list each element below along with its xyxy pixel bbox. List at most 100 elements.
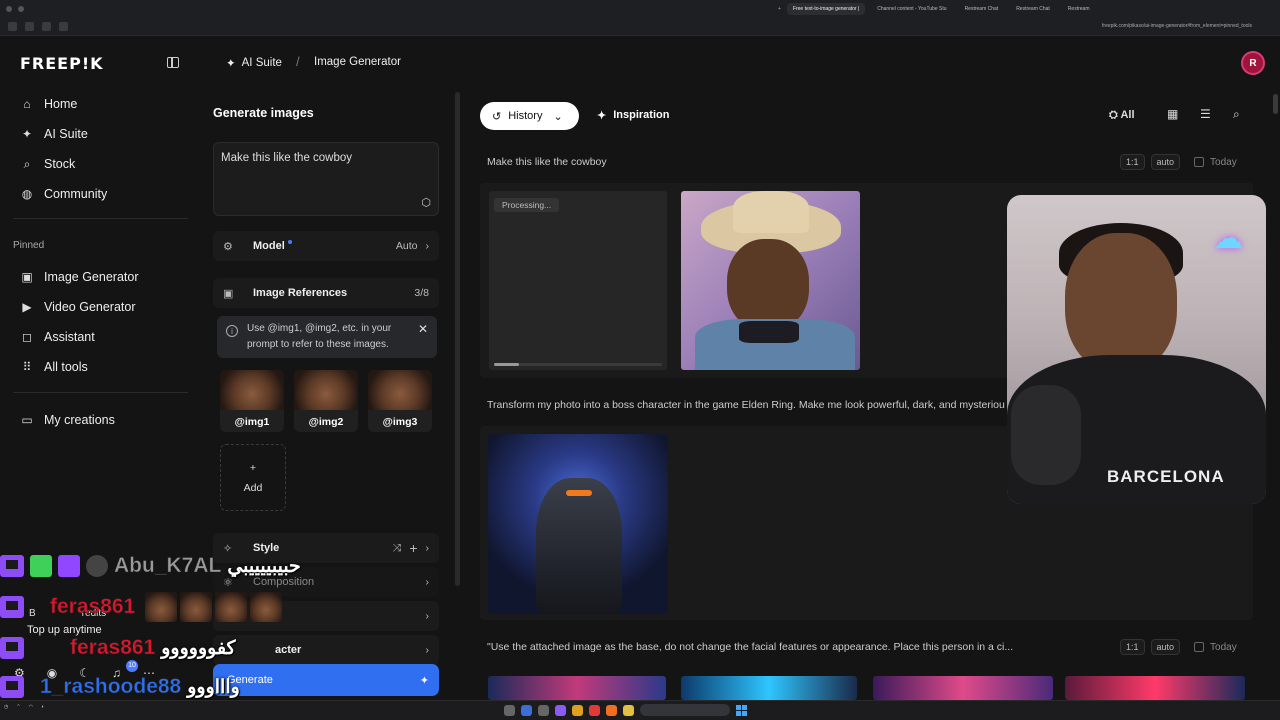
window-close-button[interactable]	[6, 6, 12, 12]
refs-count: 3/8	[414, 287, 429, 299]
video-icon: ▶	[22, 300, 32, 314]
tab-freepik[interactable]: Free text-to-image generator |	[786, 3, 866, 15]
breadcrumb-image-generator[interactable]: Image Generator	[314, 56, 401, 68]
folder-icon: ▭	[21, 413, 33, 427]
tiktok-icon[interactable]	[504, 704, 515, 716]
reference-thumb-2[interactable]: @img2	[294, 370, 358, 432]
ratio-chip: 1:1	[1120, 154, 1145, 170]
entry-date: Today	[1210, 641, 1237, 653]
sidebar-item-label: Assistant	[44, 330, 95, 344]
new-indicator	[287, 240, 292, 244]
cube-icon[interactable]: ⬡	[421, 196, 431, 209]
thumb-label: @img3	[382, 416, 418, 428]
reference-image	[220, 370, 284, 410]
plus-icon[interactable]: +	[409, 540, 417, 556]
extension-icon[interactable]	[59, 21, 68, 31]
tray-icon[interactable]: ⌃	[16, 704, 20, 710]
sidebar-item-my-creations[interactable]: ▭ My creations	[13, 407, 188, 433]
collapse-sidebar-icon[interactable]	[167, 57, 179, 68]
hoodie-print: BARCELONA	[1107, 467, 1225, 486]
firefox-icon[interactable]	[606, 704, 617, 716]
references-info-banner: i Use @img1, @img2, etc. in your prompt …	[217, 316, 437, 358]
tab-restream[interactable]: Restream	[1062, 3, 1096, 15]
thumb-label: @img2	[308, 416, 344, 428]
reload-icon[interactable]	[42, 21, 51, 31]
sidebar-item-all-tools[interactable]: ⠿ All tools	[13, 354, 188, 380]
add-label: Add	[243, 482, 263, 494]
image-references-section[interactable]: ▣ Image References 3/8	[213, 278, 439, 308]
generated-image-city-2[interactable]	[681, 676, 857, 700]
app-icon[interactable]	[521, 704, 532, 716]
breadcrumb-ai-suite[interactable]: ✦ AI Suite	[226, 56, 282, 70]
sidebar-item-home[interactable]: ⌂ Home	[13, 91, 188, 117]
volume-icon[interactable]: ◖	[41, 704, 44, 710]
url-field[interactable]: freepik.com/pikaso/ai-image-generator#fr…	[1102, 23, 1252, 29]
tab-restream-chat-2[interactable]: Restream Chat	[1010, 3, 1056, 15]
tab-restream-chat[interactable]: Restream Chat	[959, 3, 1005, 15]
panel-scrollbar[interactable]	[455, 92, 460, 586]
explorer-icon[interactable]	[623, 704, 634, 716]
back-icon[interactable]	[8, 21, 17, 31]
pinned-heading: Pinned	[13, 240, 45, 251]
select-checkbox[interactable]	[1194, 157, 1205, 167]
sidebar-item-label: Stock	[44, 157, 76, 171]
freepik-logo[interactable]: FREEP!K	[20, 54, 104, 73]
reference-thumb-3[interactable]: @img3	[368, 370, 432, 432]
knight-eyes	[566, 490, 592, 496]
sidebar-item-video-generator[interactable]: ▶ Video Generator	[13, 294, 188, 320]
chrome-icon[interactable]	[572, 704, 583, 716]
sidebar-item-assistant[interactable]: ◻ Assistant	[13, 324, 188, 350]
chat-message: feras861	[0, 592, 380, 622]
sidebar-item-ai-suite[interactable]: ✦ AI Suite	[13, 121, 188, 147]
entry-date: Today	[1210, 156, 1237, 168]
generated-image-city-3[interactable]	[873, 676, 1053, 700]
badge-icon	[30, 555, 52, 577]
globe-icon: ◍	[21, 187, 33, 201]
close-icon[interactable]: ✕	[418, 321, 428, 337]
search-icon[interactable]: ⌕	[1233, 107, 1240, 122]
system-tray: ◷ ⌃ ◠ ◖	[4, 704, 44, 710]
discord-icon[interactable]	[555, 704, 566, 716]
reference-thumb-1[interactable]: @img1	[220, 370, 284, 432]
windows-start-icon[interactable]	[736, 704, 747, 716]
inspiration-tab[interactable]: ✦ Inspiration	[597, 109, 669, 122]
history-dropdown[interactable]: ↺ History ⌄	[480, 102, 579, 130]
sidebar-item-stock[interactable]: ⌕ Stock	[13, 151, 188, 177]
entry-meta: 1:1 auto Today	[1120, 154, 1237, 170]
chat-message: 1_rashoode88 واااووو	[0, 672, 380, 702]
new-tab-button[interactable]: +	[778, 6, 781, 12]
generated-image-cowboy[interactable]	[681, 191, 860, 370]
info-icon: i	[226, 325, 238, 337]
divider	[13, 218, 188, 219]
prompt-input[interactable]: Make this like the cowboy ⬡	[213, 142, 439, 216]
processing-status: Processing...	[494, 198, 560, 212]
generated-image-city-1[interactable]	[488, 676, 666, 700]
sidebar-item-community[interactable]: ◍ Community	[13, 181, 188, 207]
settings-sliders-icon[interactable]: ☰	[1200, 107, 1211, 121]
twitch-icon	[0, 555, 24, 577]
model-selector[interactable]: ⚙ Model Auto ›	[213, 231, 439, 261]
entry-prompt: Make this like the cowboy	[487, 156, 607, 168]
taskbar-search[interactable]	[640, 704, 730, 716]
streamer-face	[1065, 233, 1177, 373]
avatar[interactable]: R	[1241, 51, 1265, 75]
select-checkbox[interactable]	[1194, 642, 1205, 652]
chip-icon: ⚙	[223, 240, 233, 253]
twitch-icon	[0, 676, 24, 698]
generated-image-city-4[interactable]	[1065, 676, 1245, 700]
app-icon[interactable]	[538, 704, 549, 716]
grid-view-icon[interactable]: ▦	[1167, 107, 1178, 121]
hat-crown	[733, 191, 809, 233]
add-reference-button[interactable]: + Add	[220, 444, 286, 511]
thumb-label: @img1	[234, 416, 270, 428]
filter-all[interactable]: ⛭ All	[1109, 109, 1135, 122]
wifi-icon[interactable]: ◠	[29, 704, 33, 710]
forward-icon[interactable]	[25, 21, 34, 31]
brave-icon[interactable]	[589, 704, 600, 716]
tab-youtube-studio[interactable]: Channel content - YouTube Stu	[871, 3, 952, 15]
sidebar-item-image-generator[interactable]: ▣ Image Generator	[13, 264, 188, 290]
shuffle-icon[interactable]: ⤨	[393, 542, 401, 555]
feed-scrollbar[interactable]	[1273, 94, 1278, 114]
window-minimize-button[interactable]	[18, 6, 24, 12]
generated-image-knight[interactable]	[488, 434, 668, 614]
